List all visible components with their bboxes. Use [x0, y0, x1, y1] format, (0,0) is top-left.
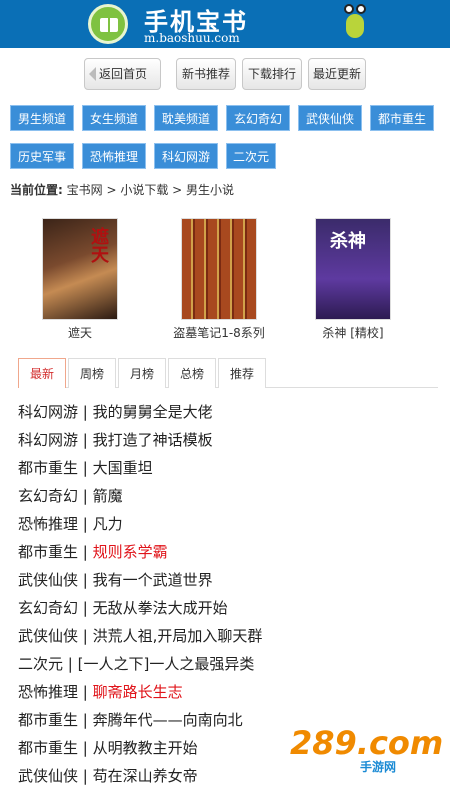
list-item-title[interactable]: 无敌从拳法大成开始: [93, 599, 228, 617]
category-scifi[interactable]: 科幻网游: [154, 143, 218, 169]
list-item[interactable]: 恐怖推理 | 凡力: [18, 510, 438, 538]
logo-book-icon[interactable]: [88, 4, 128, 44]
book-card[interactable]: 遮天 遮天: [25, 218, 135, 341]
list-item-title[interactable]: [一人之下]一人之最强异类: [78, 655, 255, 673]
list-item-title[interactable]: 苟在深山养女帝: [93, 767, 198, 785]
separator: |: [78, 627, 93, 645]
book-title[interactable]: 遮天: [25, 324, 135, 341]
category-acg[interactable]: 二次元: [226, 143, 276, 169]
category-male[interactable]: 男生频道: [10, 105, 74, 131]
back-arrow-icon: [89, 67, 96, 81]
list-item-category[interactable]: 恐怖推理: [18, 683, 78, 701]
watermark-text: 289.com: [290, 724, 444, 762]
new-books-button[interactable]: 新书推荐: [176, 58, 236, 90]
separator: |: [78, 459, 93, 477]
list-item-title[interactable]: 大国重坦: [93, 459, 153, 477]
list-item-category[interactable]: 科幻网游: [18, 431, 78, 449]
tab-latest[interactable]: 最新: [18, 358, 66, 388]
breadcrumb-label: 当前位置:: [10, 183, 63, 197]
top-nav: 返回首页 新书推荐 下载排行 最近更新: [0, 58, 450, 92]
category-danmei[interactable]: 耽美频道: [154, 105, 218, 131]
book-card[interactable]: 杀神 杀神 [精校]: [298, 218, 408, 341]
list-item-category[interactable]: 玄幻奇幻: [18, 599, 78, 617]
separator: |: [78, 431, 93, 449]
list-item[interactable]: 恐怖推理 | 聊斋路长生志: [18, 678, 438, 706]
list-item-category[interactable]: 科幻网游: [18, 403, 78, 421]
list-item[interactable]: 科幻网游 | 我打造了神话模板: [18, 426, 438, 454]
back-home-label: 返回首页: [99, 67, 148, 81]
mascot-frog-icon: [344, 4, 366, 44]
tab-recommend[interactable]: 推荐: [218, 358, 266, 388]
separator: |: [78, 487, 93, 505]
separator: |: [78, 683, 93, 701]
book-cover[interactable]: [181, 218, 257, 320]
list-item-category[interactable]: 都市重生: [18, 711, 78, 729]
site-url: m.baoshuu.com: [144, 31, 240, 45]
list-item-category[interactable]: 玄幻奇幻: [18, 487, 78, 505]
category-history[interactable]: 历史军事: [10, 143, 74, 169]
breadcrumb-path[interactable]: 宝书网 > 小说下载 > 男生小说: [67, 183, 234, 197]
list-item-title[interactable]: 从明教教主开始: [93, 739, 198, 757]
book-title[interactable]: 杀神 [精校]: [298, 324, 408, 341]
breadcrumb: 当前位置: 宝书网 > 小说下载 > 男生小说: [10, 181, 234, 198]
list-item-category[interactable]: 武侠仙侠: [18, 571, 78, 589]
tab-monthly[interactable]: 月榜: [118, 358, 166, 388]
recent-updates-button[interactable]: 最近更新: [308, 58, 366, 90]
category-horror[interactable]: 恐怖推理: [82, 143, 146, 169]
list-item[interactable]: 科幻网游 | 我的舅舅全是大佬: [18, 398, 438, 426]
separator: |: [78, 599, 93, 617]
list-item-category[interactable]: 都市重生: [18, 739, 78, 757]
book-title[interactable]: 盗墓笔记1-8系列: [164, 324, 274, 341]
separator: |: [78, 543, 93, 561]
separator: |: [78, 515, 93, 533]
separator: |: [78, 711, 93, 729]
separator: |: [63, 655, 78, 673]
list-item[interactable]: 武侠仙侠 | 洪荒人祖,开局加入聊天群: [18, 622, 438, 650]
book-card[interactable]: 盗墓笔记1-8系列: [164, 218, 274, 341]
list-item-category[interactable]: 都市重生: [18, 459, 78, 477]
list-item[interactable]: 二次元 | [一人之下]一人之最强异类: [18, 650, 438, 678]
category-female[interactable]: 女生频道: [82, 105, 146, 131]
list-item-title[interactable]: 奔腾年代——向南向北: [93, 711, 243, 729]
watermark-subtext: 手游网: [360, 760, 397, 774]
list-item[interactable]: 玄幻奇幻 | 箭魔: [18, 482, 438, 510]
back-home-button[interactable]: 返回首页: [84, 58, 161, 90]
list-item[interactable]: 玄幻奇幻 | 无敌从拳法大成开始: [18, 594, 438, 622]
list-item-category[interactable]: 都市重生: [18, 543, 78, 561]
category-wuxia[interactable]: 武侠仙侠: [298, 105, 362, 131]
list-item-title[interactable]: 我打造了神话模板: [93, 431, 213, 449]
list-item-category[interactable]: 二次元: [18, 655, 63, 673]
download-ranking-button[interactable]: 下载排行: [242, 58, 302, 90]
separator: |: [78, 403, 93, 421]
tab-total[interactable]: 总榜: [168, 358, 216, 388]
list-item-category[interactable]: 武侠仙侠: [18, 627, 78, 645]
tab-weekly[interactable]: 周榜: [68, 358, 116, 388]
category-fantasy[interactable]: 玄幻奇幻: [226, 105, 290, 131]
book-cover[interactable]: 杀神: [315, 218, 391, 320]
ranking-tabs: 最新 周榜 月榜 总榜 推荐: [18, 358, 438, 388]
list-item-title[interactable]: 我有一个武道世界: [93, 571, 213, 589]
separator: |: [78, 767, 93, 785]
list-item-category[interactable]: 武侠仙侠: [18, 767, 78, 785]
list-item-title[interactable]: 凡力: [93, 515, 123, 533]
list-item-category[interactable]: 恐怖推理: [18, 515, 78, 533]
list-item-title[interactable]: 聊斋路长生志: [93, 683, 183, 701]
list-item[interactable]: 武侠仙侠 | 我有一个武道世界: [18, 566, 438, 594]
separator: |: [78, 571, 93, 589]
watermark-logo: 289.com 手游网: [290, 722, 444, 782]
list-item[interactable]: 都市重生 | 大国重坦: [18, 454, 438, 482]
list-item-title[interactable]: 洪荒人祖,开局加入聊天群: [93, 627, 263, 645]
separator: |: [78, 739, 93, 757]
list-item-title[interactable]: 规则系学霸: [93, 543, 168, 561]
list-item-title[interactable]: 箭魔: [93, 487, 123, 505]
list-item[interactable]: 都市重生 | 规则系学霸: [18, 538, 438, 566]
list-item-title[interactable]: 我的舅舅全是大佬: [93, 403, 213, 421]
category-urban[interactable]: 都市重生: [370, 105, 434, 131]
book-cover[interactable]: 遮天: [42, 218, 118, 320]
app-header: 手机宝书 m.baoshuu.com: [0, 0, 450, 48]
